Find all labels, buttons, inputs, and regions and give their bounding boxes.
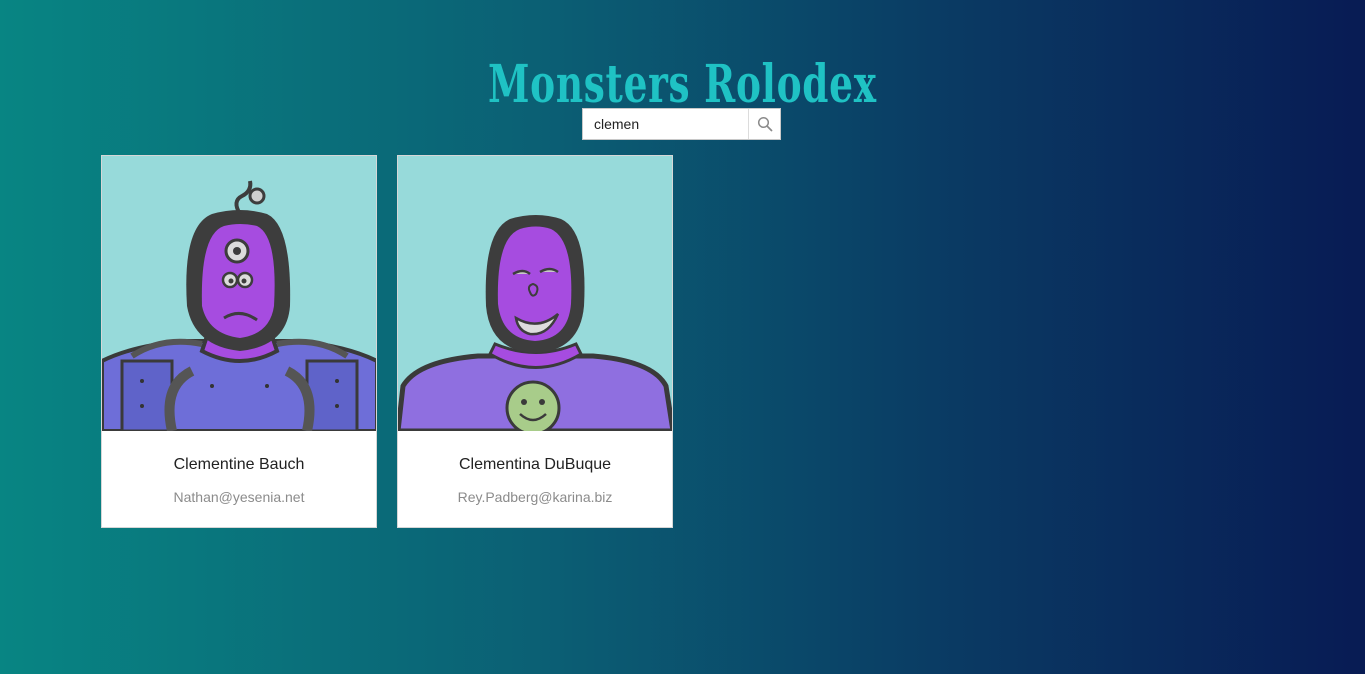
search-button[interactable] [748, 109, 780, 139]
search-icon [757, 116, 772, 132]
monster-email: Rey.Padberg@karina.biz [457, 489, 613, 505]
monster-name: Clementina DuBuque [458, 456, 612, 473]
monster-card[interactable]: Clementina DuBuque Rey.Padberg@karina.bi… [397, 155, 673, 528]
monster-avatar [102, 156, 376, 433]
search-input[interactable] [583, 109, 748, 139]
monster-name: Clementine Bauch [173, 456, 305, 473]
monster-avatar [398, 156, 672, 436]
monster-card[interactable]: Clementine Bauch Nathan@yesenia.net [101, 155, 377, 528]
search-box [582, 108, 781, 140]
monster-email: Nathan@yesenia.net [173, 489, 305, 505]
